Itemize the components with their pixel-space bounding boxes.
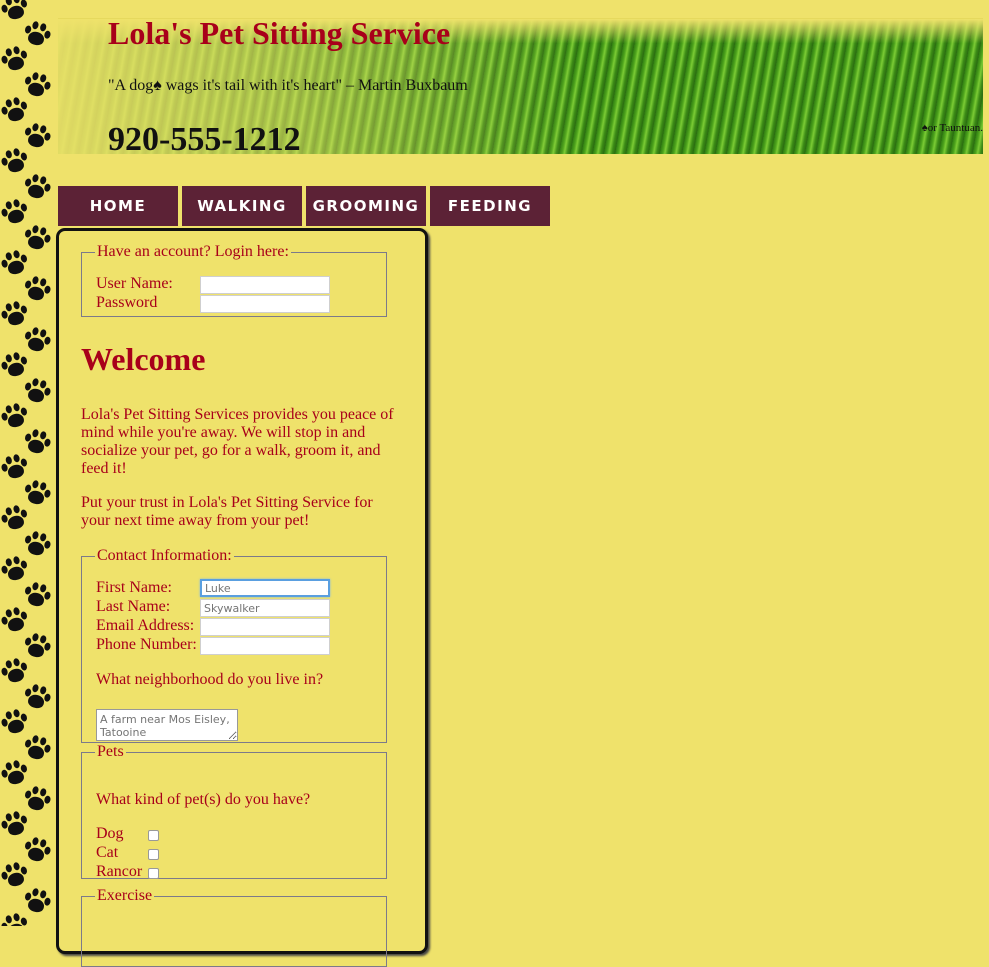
site-header: Lola's Pet Sitting Service "A dog♠ wags … <box>58 15 983 158</box>
login-legend: Have an account? Login here: <box>97 243 289 260</box>
footnote: ♠or Tauntuan. <box>921 122 983 134</box>
paw-icon <box>21 19 53 51</box>
paw-icon <box>21 682 53 714</box>
paw-print-border <box>0 0 56 926</box>
site-title: Lola's Pet Sitting Service <box>108 15 451 51</box>
nav-home-button[interactable]: HOME <box>58 186 178 226</box>
site-quote: "A dog♠ wags it's tail with it's heart" … <box>108 77 468 94</box>
exercise-legend: Exercise <box>97 887 153 904</box>
paw-icon <box>21 325 53 357</box>
cat-checkbox[interactable] <box>148 849 159 860</box>
paw-icon <box>21 70 53 102</box>
paw-icon <box>21 580 53 612</box>
paw-icon <box>21 631 53 663</box>
content-panel: Have an account? Login here: User Name: … <box>56 228 428 967</box>
last-name-input[interactable] <box>200 599 330 617</box>
paw-icon <box>21 886 53 918</box>
last-name-label: Last Name: <box>96 598 171 615</box>
exercise-fieldset: Exercise <box>81 887 387 967</box>
nav-grooming-button[interactable]: GROOMING <box>306 186 426 226</box>
paw-icon <box>21 121 53 153</box>
paw-icon <box>21 529 53 561</box>
neighborhood-textarea[interactable] <box>96 709 238 741</box>
pets-legend: Pets <box>97 743 124 760</box>
password-input[interactable] <box>200 295 330 313</box>
phone-number: 920-555-1212 <box>108 121 301 158</box>
paw-icon <box>21 172 53 204</box>
paw-icon <box>21 427 53 459</box>
phone-input[interactable] <box>200 637 330 655</box>
paw-icon <box>21 733 53 765</box>
first-name-label: First Name: <box>96 579 172 596</box>
paw-icon <box>21 223 53 255</box>
pet-option-label: Rancor <box>96 863 143 880</box>
nav-walking-button[interactable]: WALKING <box>182 186 302 226</box>
paw-icon <box>0 911 31 926</box>
first-name-input[interactable] <box>200 579 330 597</box>
email-input[interactable] <box>200 618 330 636</box>
welcome-heading: Welcome <box>81 341 206 377</box>
email-label: Email Address: <box>96 617 195 634</box>
paw-icon <box>21 835 53 867</box>
paw-icon <box>21 274 53 306</box>
login-fieldset: Have an account? Login here: User Name: … <box>81 243 387 317</box>
pets-question: What kind of pet(s) do you have? <box>96 791 311 808</box>
paw-icon <box>21 376 53 408</box>
password-label: Password <box>96 294 158 311</box>
pets-fieldset: Pets What kind of pet(s) do you have? Do… <box>81 743 387 880</box>
pet-option-label: Cat <box>96 844 119 861</box>
dog-checkbox[interactable] <box>148 830 159 841</box>
pet-option-label: Dog <box>96 825 124 842</box>
paw-icon <box>21 784 53 816</box>
rancor-checkbox[interactable] <box>148 868 159 879</box>
username-input[interactable] <box>200 276 330 294</box>
paw-icon <box>21 478 53 510</box>
contact-fieldset: Contact Information: First Name: Last Na… <box>81 547 387 743</box>
contact-legend: Contact Information: <box>97 547 232 564</box>
phone-label: Phone Number: <box>96 636 197 653</box>
welcome-paragraph-2: Put your trust in Lola's Pet Sitting Ser… <box>81 494 373 529</box>
welcome-paragraph-1: Lola's Pet Sitting Services provides you… <box>81 406 394 477</box>
neighborhood-question: What neighborhood do you live in? <box>96 671 324 688</box>
username-label: User Name: <box>96 275 173 292</box>
nav-feeding-button[interactable]: FEEDING <box>430 186 550 226</box>
